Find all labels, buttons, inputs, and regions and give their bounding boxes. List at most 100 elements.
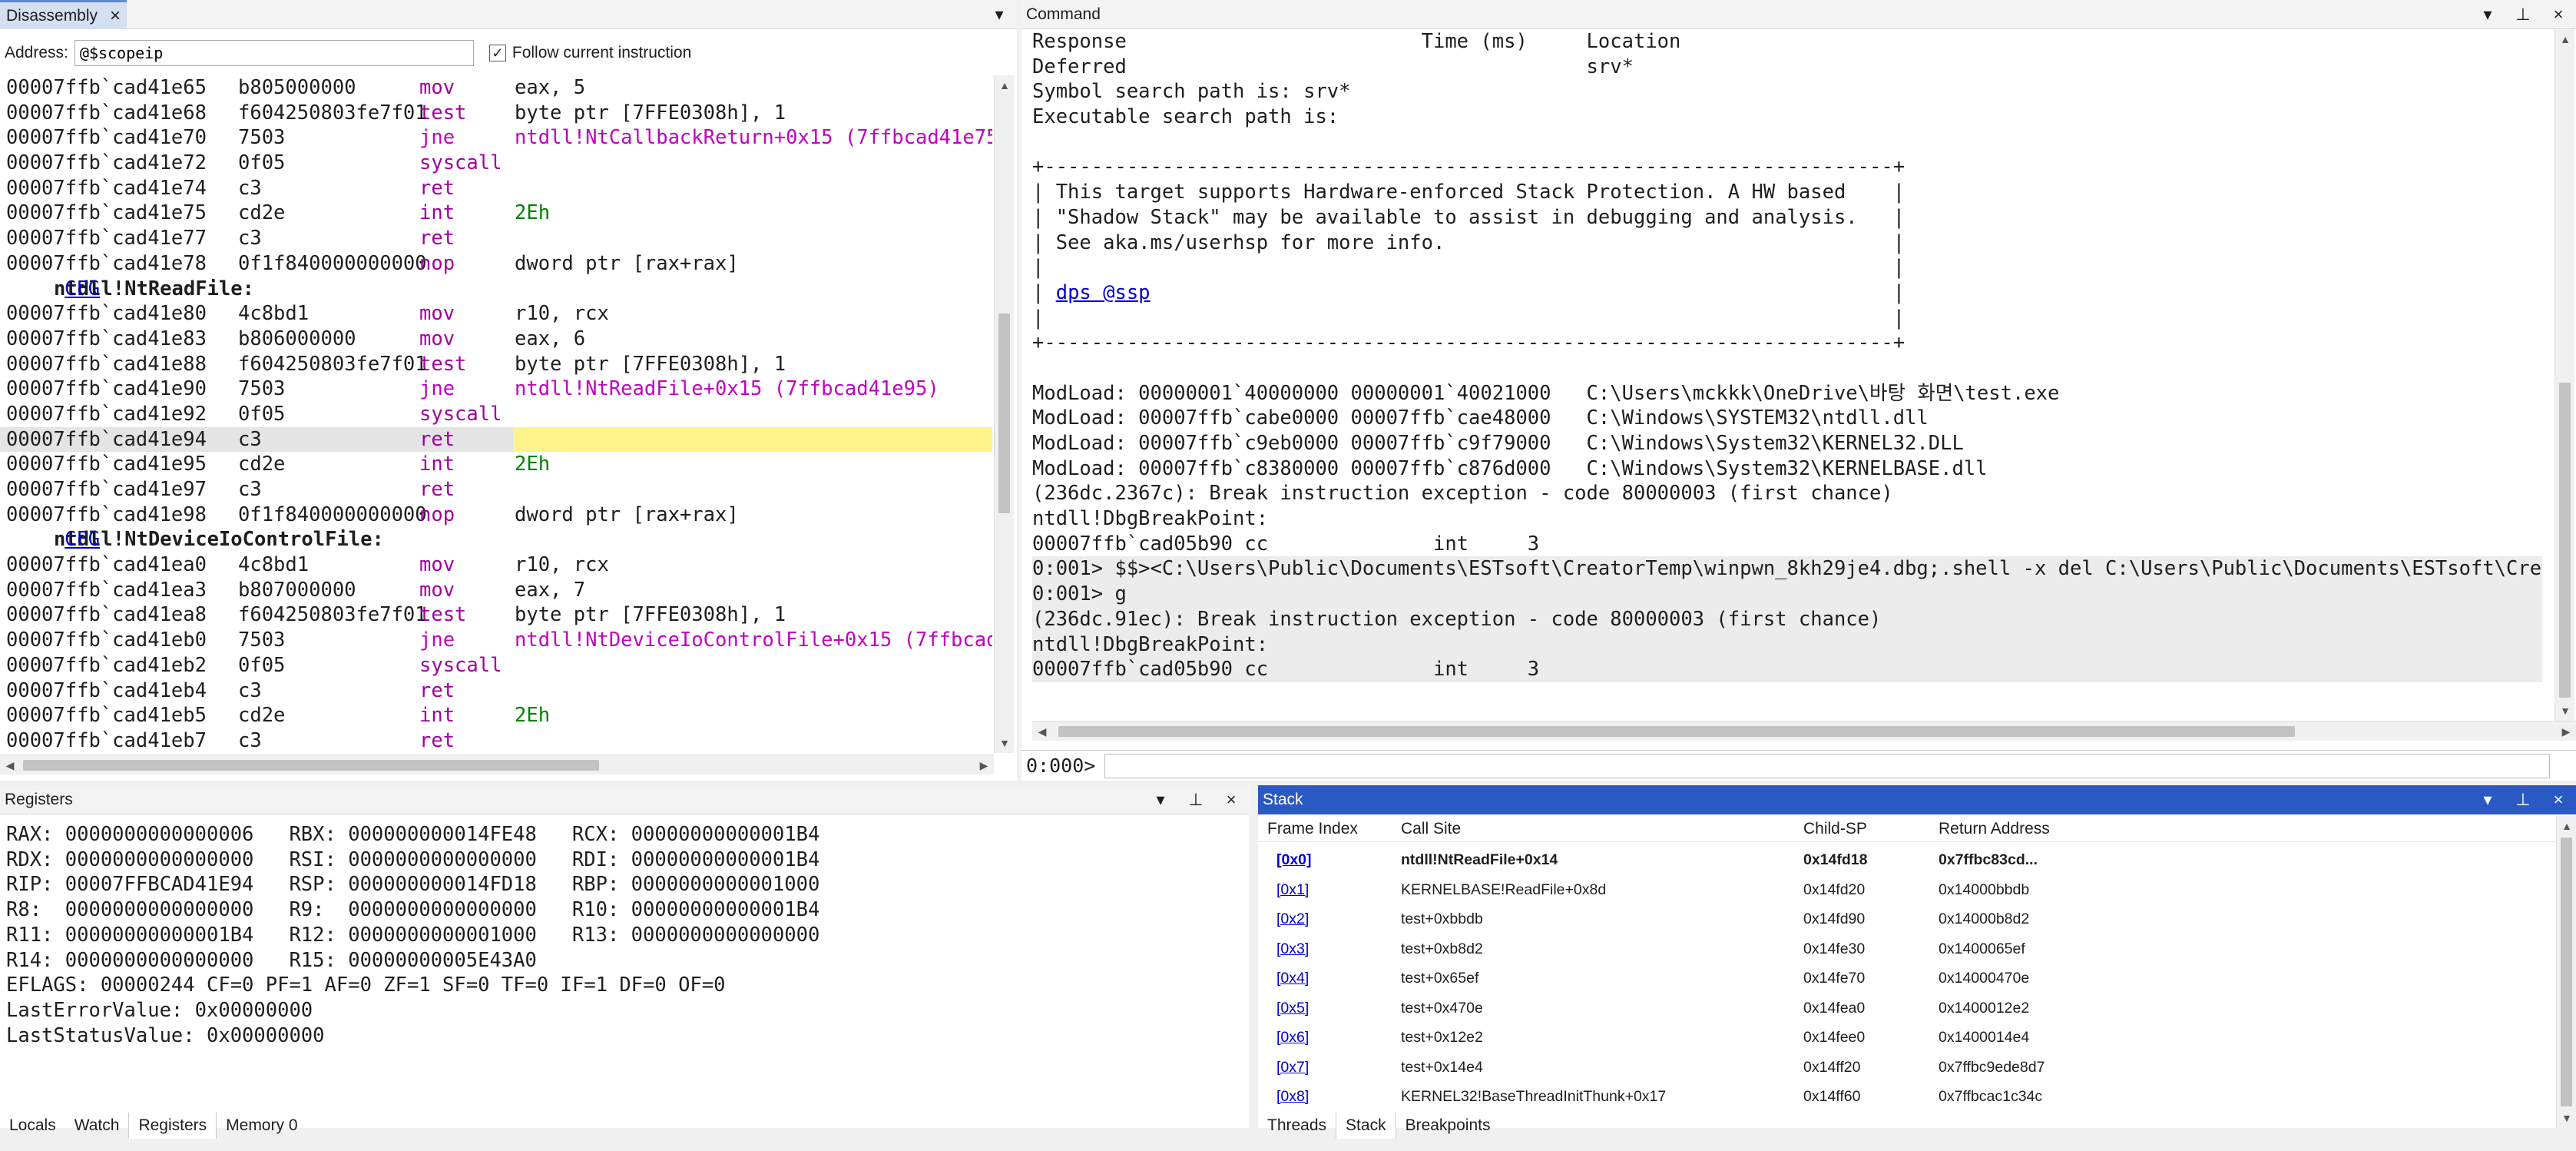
disassembly-row[interactable]: 00007ffb`cad41ea0 4c8bd1 mov r10, rcx — [0, 552, 992, 578]
address-input[interactable] — [74, 40, 474, 66]
scroll-up-icon[interactable]: ▲ — [2557, 816, 2576, 836]
disassembly-row[interactable]: 00007ffb`cad41e65 b805000000 mov eax, 5 — [0, 75, 992, 101]
scroll-up-icon[interactable]: ▲ — [995, 75, 1015, 95]
frame-index-link[interactable]: [0x2] — [1276, 904, 1309, 934]
disassembly-row[interactable]: 00007ffb`cad41e70 7503 jne ntdll!NtCallback… — [0, 125, 992, 151]
close-icon[interactable]: × — [2541, 785, 2576, 814]
disassembly-row[interactable]: 00007ffb`cad41ea3 b807000000 mov eax, 7 — [0, 578, 992, 603]
disassembly-row[interactable]: 00007ffb`cad41e74 c3 ret — [0, 176, 992, 201]
command-horizontal-scrollbar[interactable]: ◀ ▶ — [1032, 721, 2576, 741]
header-child-sp[interactable]: Child-SP — [1803, 816, 1867, 842]
scroll-up-icon[interactable]: ▲ — [2555, 29, 2575, 49]
scroll-right-icon[interactable]: ▶ — [2556, 721, 2576, 741]
pin-icon[interactable]: ⊥ — [2505, 0, 2541, 29]
tab-stack[interactable]: Stack — [1336, 1113, 1396, 1139]
follow-checkbox[interactable]: ✓ — [488, 45, 506, 61]
scroll-thumb[interactable] — [998, 313, 1010, 513]
disassembly-row[interactable]: 00007ffb`cad41eb4 c3 ret — [0, 678, 992, 704]
frame-index-link[interactable]: [0x0] — [1276, 845, 1312, 875]
disassembly-row[interactable]: 00007ffb`cad41e92 0f05 syscall — [0, 402, 992, 427]
call-site: test+0x65ef — [1401, 970, 1479, 987]
tab-disassembly[interactable]: Disassembly × — [0, 0, 127, 29]
cfg-link[interactable]: CFG — [65, 277, 100, 300]
register-line: R11: 00000000000001B4 R12: 0000000000001… — [6, 923, 820, 947]
stack-frame-row[interactable]: [0x1] KERNELBASE!ReadFile+0x8d 0x14fd20 0x1… — [1258, 875, 2556, 905]
disassembly-row[interactable]: 00007ffb`cad41e88 f604250803fe7f01 test byt… — [0, 352, 992, 377]
scroll-down-icon[interactable]: ▼ — [2557, 1108, 2576, 1128]
disassembly-row[interactable]: 00007ffb`cad41eb2 0f05 syscall — [0, 653, 992, 678]
pin-icon[interactable]: ⊥ — [1178, 785, 1214, 814]
current-instruction-row[interactable]: 00007ffb`cad41e94 c3 ret — [0, 426, 992, 453]
chevron-down-icon[interactable]: ▾ — [1143, 785, 1178, 814]
instruction-operands: dword ptr [rax+rax] — [515, 251, 739, 275]
header-return-address[interactable]: Return Address — [1939, 816, 2050, 842]
stack-frame-row[interactable]: [0x0] ntdll!NtReadFile+0x14 0x14fd18 0x7ffb… — [1258, 845, 2556, 875]
pin-icon[interactable]: ⊥ — [2505, 785, 2541, 814]
cfg-link[interactable]: CFG — [65, 528, 100, 551]
tab-breakpoints[interactable]: Breakpoints — [1396, 1113, 1500, 1139]
stack-frame-row[interactable]: [0x3] test+0xb8d2 0x14fe30 0x1400065ef — [1258, 934, 2556, 964]
frame-index-link[interactable]: [0x3] — [1276, 934, 1309, 964]
frame-index-link[interactable]: [0x1] — [1276, 875, 1309, 905]
stack-frame-row[interactable]: [0x7] test+0x14e4 0x14ff20 0x7ffbc9ede8d7 — [1258, 1053, 2556, 1083]
tab-registers[interactable]: Registers — [128, 1113, 217, 1139]
disassembly-row[interactable]: 00007ffb`cad41e80 4c8bd1 mov r10, rcx — [0, 301, 992, 327]
scroll-down-icon[interactable]: ▼ — [2555, 701, 2575, 721]
frame-index-link[interactable]: [0x5] — [1276, 993, 1309, 1023]
scroll-right-icon[interactable]: ▶ — [974, 755, 994, 775]
disassembly-row[interactable]: 00007ffb`cad41eb7 c3 ret — [0, 728, 992, 751]
close-icon[interactable]: × — [1214, 785, 1249, 814]
disassembly-row[interactable]: 00007ffb`cad41e72 0f05 syscall — [0, 151, 992, 176]
frame-index-link[interactable]: [0x4] — [1276, 964, 1309, 993]
stack-frame-row[interactable]: [0x4] test+0x65ef 0x14fe70 0x14000470e — [1258, 964, 2556, 993]
tab-threads[interactable]: Threads — [1258, 1113, 1336, 1139]
instruction-operands: byte ptr [7FFE0308h], 1 — [515, 101, 786, 124]
disassembly-row[interactable]: 00007ffb`cad41e78 0f1f840000000000 nop dwor… — [0, 251, 992, 277]
header-call-site[interactable]: Call Site — [1401, 816, 1461, 842]
disassembly-row[interactable]: 00007ffb`cad41e98 0f1f840000000000 nop dwor… — [0, 503, 992, 528]
chevron-down-icon[interactable]: ▾ — [982, 0, 1017, 28]
close-icon[interactable]: × — [110, 5, 121, 27]
disassembly-row[interactable]: 00007ffb`cad41e75 cd2e int 2Eh — [0, 201, 992, 226]
tab-memory-0[interactable]: Memory 0 — [217, 1113, 306, 1139]
scroll-thumb[interactable] — [23, 760, 599, 771]
symbol-label-row[interactable]: ntdll!NtReadFile: CFG — [0, 277, 992, 302]
disassembly-row[interactable]: 00007ffb`cad41ea8 f604250803fe7f01 test byt… — [0, 602, 992, 628]
scroll-down-icon[interactable]: ▼ — [995, 733, 1015, 753]
disassembly-row[interactable]: 00007ffb`cad41e95 cd2e int 2Eh — [0, 452, 992, 477]
disassembly-row[interactable]: 00007ffb`cad41e77 c3 ret — [0, 226, 992, 251]
disassembly-listing[interactable]: 00007ffb`cad41e65 b805000000 mov eax, 5 0000… — [0, 75, 992, 751]
frame-index-link[interactable]: [0x8] — [1276, 1082, 1309, 1112]
command-vertical-scrollbar[interactable]: ▲ ▼ — [2554, 29, 2574, 721]
stack-frame-row[interactable]: [0x2] test+0xbbdb 0x14fd90 0x14000b8d2 — [1258, 904, 2556, 934]
disassembly-horizontal-scrollbar[interactable]: ◀ ▶ — [0, 755, 994, 775]
instruction-bytes: 7503 — [238, 377, 286, 401]
tab-watch[interactable]: Watch — [65, 1113, 129, 1139]
scroll-left-icon[interactable]: ◀ — [0, 755, 20, 775]
disassembly-row[interactable]: 00007ffb`cad41e97 c3 ret — [0, 477, 992, 503]
scroll-left-icon[interactable]: ◀ — [1032, 721, 1052, 741]
symbol-label-row[interactable]: ntdll!NtDeviceIoControlFile: CFG — [0, 527, 992, 552]
frame-index-link[interactable]: [0x7] — [1276, 1053, 1309, 1083]
scroll-thumb[interactable] — [1058, 726, 2295, 737]
disassembly-row[interactable]: 00007ffb`cad41eb0 7503 jne ntdll!NtDeviceIo… — [0, 628, 992, 653]
tab-locals[interactable]: Locals — [0, 1113, 65, 1139]
command-input[interactable] — [1104, 754, 2550, 778]
chevron-down-icon[interactable]: ▾ — [2470, 0, 2505, 29]
dps-ssp-link[interactable]: dps @ssp — [1056, 281, 1151, 304]
disassembly-vertical-scrollbar[interactable]: ▲ ▼ — [994, 75, 1014, 753]
disassembly-row[interactable]: 00007ffb`cad41e90 7503 jne ntdll!NtReadFile… — [0, 376, 992, 402]
disassembly-row[interactable]: 00007ffb`cad41eb5 cd2e int 2Eh — [0, 703, 992, 728]
stack-vertical-scrollbar[interactable]: ▲ ▼ — [2556, 816, 2576, 1128]
disassembly-row[interactable]: 00007ffb`cad41e68 f604250803fe7f01 test byt… — [0, 101, 992, 126]
scroll-thumb[interactable] — [2561, 838, 2572, 1106]
frame-index-link[interactable]: [0x6] — [1276, 1023, 1309, 1053]
header-frame-index[interactable]: Frame Index — [1267, 816, 1358, 842]
stack-frame-row[interactable]: [0x6] test+0x12e2 0x14fee0 0x1400014e4 — [1258, 1023, 2556, 1053]
scroll-thumb[interactable] — [2559, 383, 2571, 698]
stack-frame-row[interactable]: [0x8] KERNEL32!BaseThreadInitThunk+0x17 0x… — [1258, 1082, 2556, 1112]
chevron-down-icon[interactable]: ▾ — [2470, 785, 2505, 814]
stack-frame-row[interactable]: [0x5] test+0x470e 0x14fea0 0x1400012e2 — [1258, 993, 2556, 1023]
disassembly-row[interactable]: 00007ffb`cad41e83 b806000000 mov eax, 6 — [0, 327, 992, 352]
close-icon[interactable]: × — [2541, 0, 2576, 29]
